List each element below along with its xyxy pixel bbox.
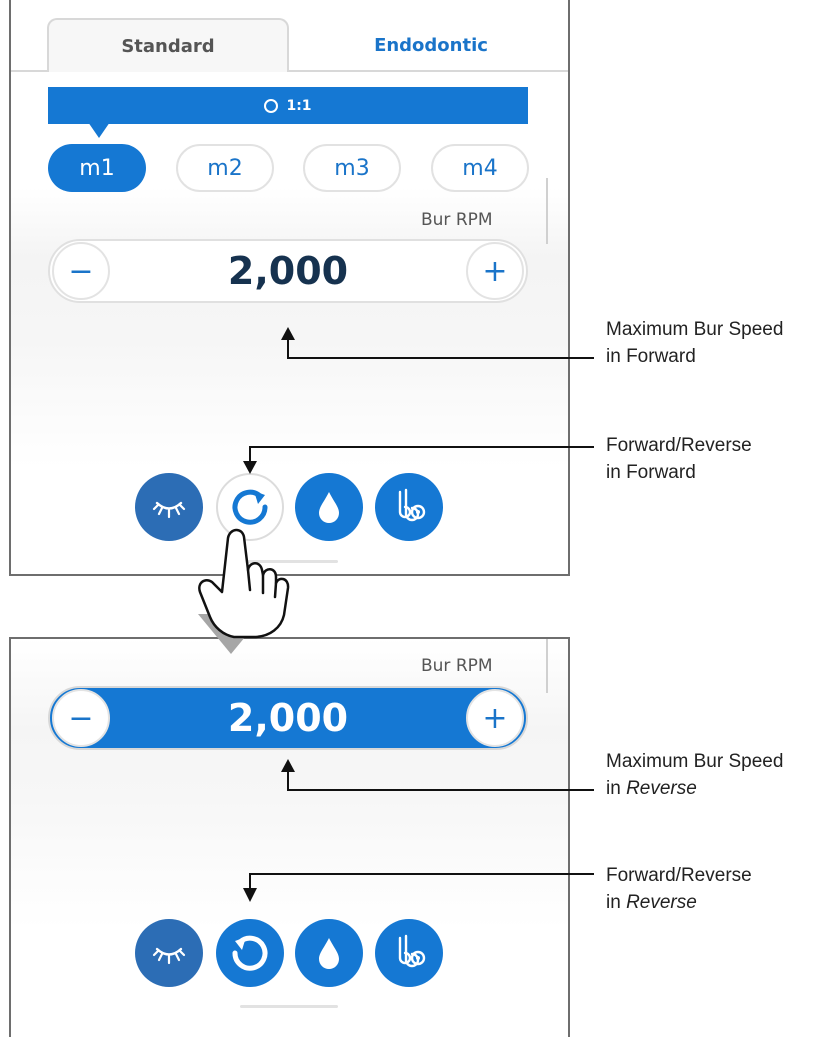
forward-state-screen: Standard Endodontic 1:1 m1 m2 m3 m4 Bur … [9,0,570,576]
callout-direction-forward: Forward/Reverse in Forward [606,432,752,486]
bur-rpm-label: Bur RPM [421,656,493,676]
callout-line1: Maximum Bur Speed [606,319,784,340]
tab-standard[interactable]: Standard [47,18,289,72]
callout-line1: Forward/Reverse [606,435,752,456]
air-button[interactable] [375,473,443,541]
home-indicator [240,1005,338,1008]
reverse-state-screen: Bur RPM − 2,000 + [9,637,570,1037]
bur-speed-control: − 2,000 + [48,239,528,303]
air-button[interactable] [375,919,443,987]
increase-speed-button[interactable]: + [466,689,524,747]
water-drop-icon [319,492,339,523]
callout-max-speed-reverse: Maximum Bur Speed in Reverse [606,748,783,802]
water-button[interactable] [295,473,363,541]
decrease-speed-button[interactable]: − [52,689,110,747]
callout-line2: in Reverse [606,892,697,913]
callout-max-speed-forward: Maximum Bur Speed in Forward [606,316,783,370]
forward-reverse-button[interactable] [216,473,284,541]
rotation-forward-icon [232,489,268,525]
callout-line2: in Forward [606,462,696,483]
light-icon [152,501,186,519]
bur-rpm-label: Bur RPM [421,210,493,230]
callout-line2: in Forward [606,346,696,367]
mode-button-m2[interactable]: m2 [176,144,274,192]
tab-endodontic[interactable]: Endodontic [311,18,551,72]
decrease-speed-button[interactable]: − [52,242,110,300]
callout-direction-reverse: Forward/Reverse in Reverse [606,862,752,916]
gear-ratio-bar[interactable]: 1:1 [48,87,528,124]
ratio-pointer [88,122,110,138]
mode-button-m4[interactable]: m4 [431,144,529,192]
bur-speed-value: 2,000 [227,249,349,293]
forward-reverse-button[interactable] [216,919,284,987]
home-indicator [240,560,338,563]
bur-speed-control: − 2,000 + [48,686,528,750]
light-button[interactable] [135,473,203,541]
bur-speed-value: 2,000 [227,696,349,740]
callout-line1: Maximum Bur Speed [606,751,784,772]
ratio-ring-icon [264,98,279,113]
scrollbar[interactable] [546,639,548,693]
callout-line2: in Reverse [606,778,697,799]
air-spray-icon [398,488,426,522]
light-icon [152,947,186,965]
water-drop-icon [319,938,339,969]
mode-button-m1[interactable]: m1 [48,144,146,192]
air-spray-icon [398,934,426,968]
callout-line1: Forward/Reverse [606,865,752,886]
water-button[interactable] [295,919,363,987]
increase-speed-button[interactable]: + [466,242,524,300]
ratio-label: 1:1 [286,97,312,114]
scrollbar[interactable] [546,178,548,244]
rotation-reverse-icon [232,935,268,971]
tab-bar: Standard Endodontic [11,0,568,72]
light-button[interactable] [135,919,203,987]
mode-button-m3[interactable]: m3 [303,144,401,192]
